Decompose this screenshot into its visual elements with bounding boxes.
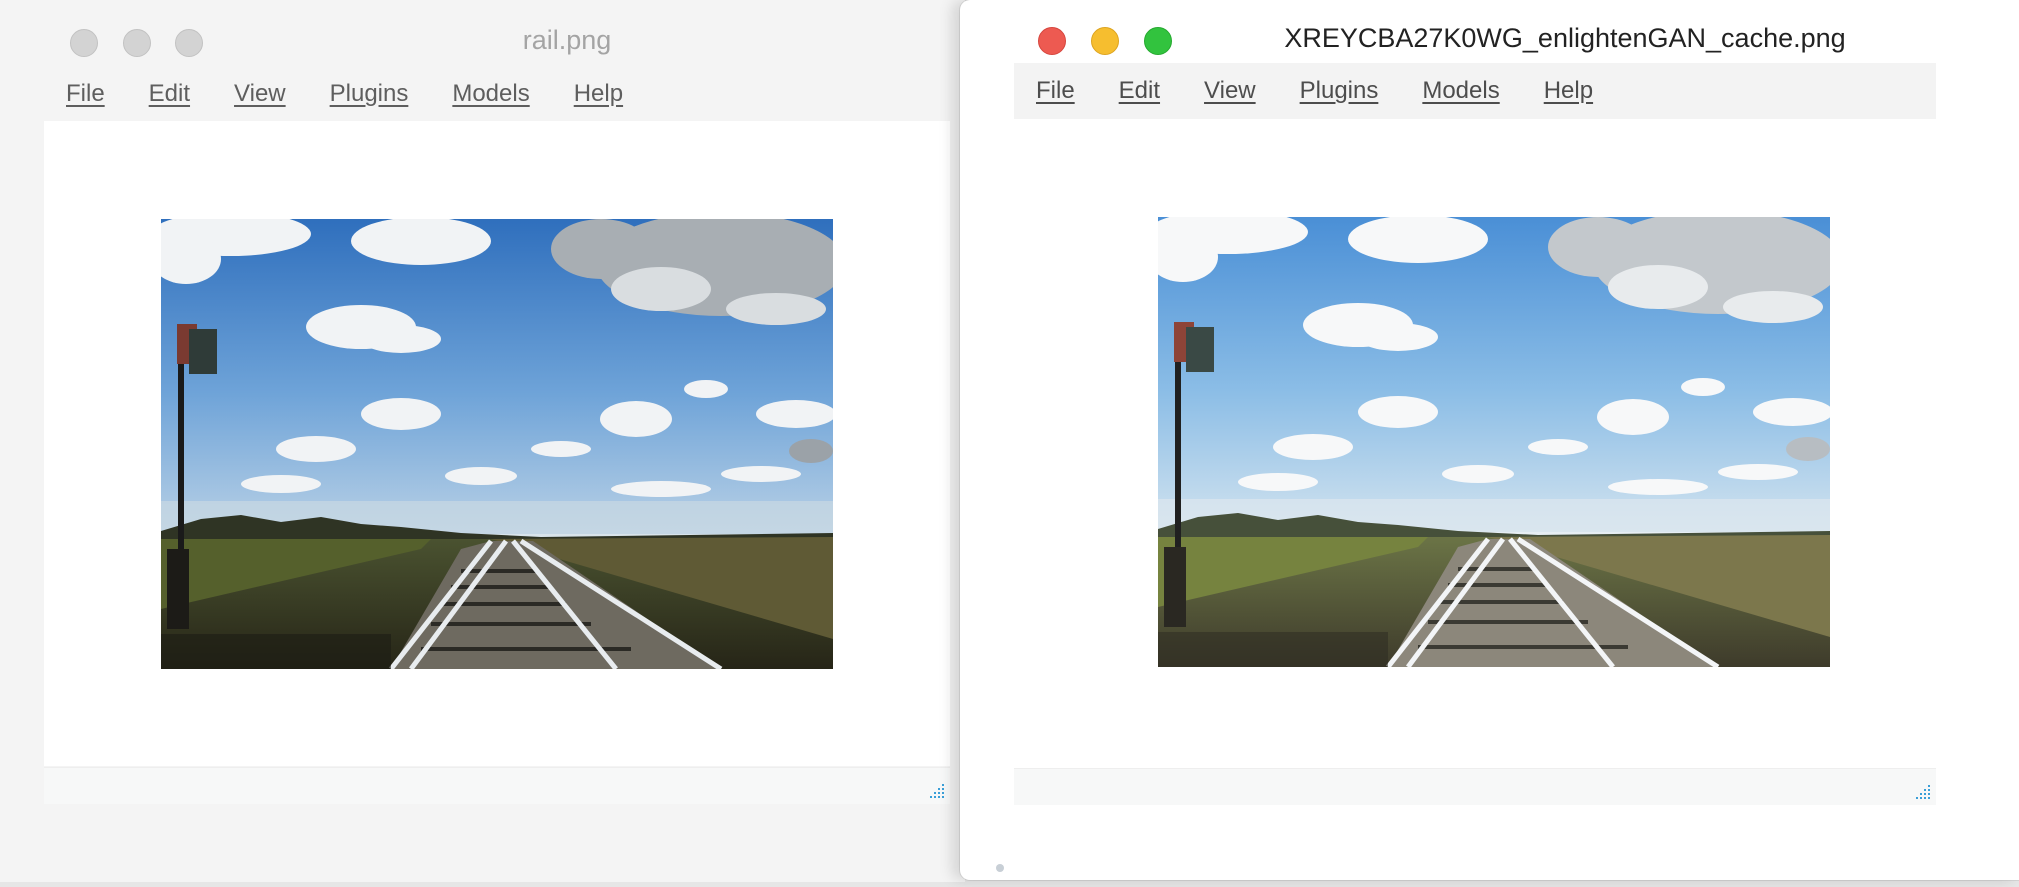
minimize-button[interactable] <box>1091 27 1119 55</box>
resize-grip-icon[interactable] <box>928 782 946 800</box>
image-viewer-window-rail[interactable]: rail.png File Edit View Plugins Models H… <box>0 0 965 882</box>
status-bar <box>1014 768 1936 805</box>
menu-edit[interactable]: Edit <box>1097 77 1182 105</box>
menu-file[interactable]: File <box>1014 77 1097 105</box>
close-button-inactive[interactable] <box>70 29 98 57</box>
minimize-button-inactive[interactable] <box>123 29 151 57</box>
menu-plugins[interactable]: Plugins <box>308 80 431 108</box>
menu-help[interactable]: Help <box>552 80 645 108</box>
resize-grip-icon[interactable] <box>1914 783 1932 801</box>
zoom-button-inactive[interactable] <box>175 29 203 57</box>
titlebar[interactable]: rail.png <box>0 0 965 62</box>
railroad-photo-enhanced <box>1158 217 1830 667</box>
menu-file[interactable]: File <box>44 80 127 108</box>
zoom-button[interactable] <box>1144 27 1172 55</box>
menu-help[interactable]: Help <box>1522 77 1615 105</box>
menu-view[interactable]: View <box>1182 77 1278 105</box>
menu-edit[interactable]: Edit <box>127 80 212 108</box>
background-window-edge <box>994 856 1019 882</box>
menu-models[interactable]: Models <box>1400 77 1521 105</box>
image-canvas[interactable] <box>44 121 950 766</box>
window-title: rail.png <box>522 25 612 55</box>
image-viewer-window-enlightengan[interactable]: XREYCBA27K0WG_enlightenGAN_cache.png Fil… <box>960 0 2019 880</box>
menu-plugins[interactable]: Plugins <box>1278 77 1401 105</box>
window-title: XREYCBA27K0WG_enlightenGAN_cache.png <box>1284 23 1846 53</box>
close-button[interactable] <box>1038 27 1066 55</box>
menubar: File Edit View Plugins Models Help <box>1014 63 1936 119</box>
menu-models[interactable]: Models <box>430 80 551 108</box>
titlebar[interactable]: XREYCBA27K0WG_enlightenGAN_cache.png <box>960 0 2019 62</box>
menu-view[interactable]: View <box>212 80 308 108</box>
status-bar <box>44 767 950 804</box>
railroad-photo-original <box>161 219 833 669</box>
menubar: File Edit View Plugins Models Help <box>44 66 944 122</box>
image-canvas[interactable] <box>1014 119 1936 767</box>
